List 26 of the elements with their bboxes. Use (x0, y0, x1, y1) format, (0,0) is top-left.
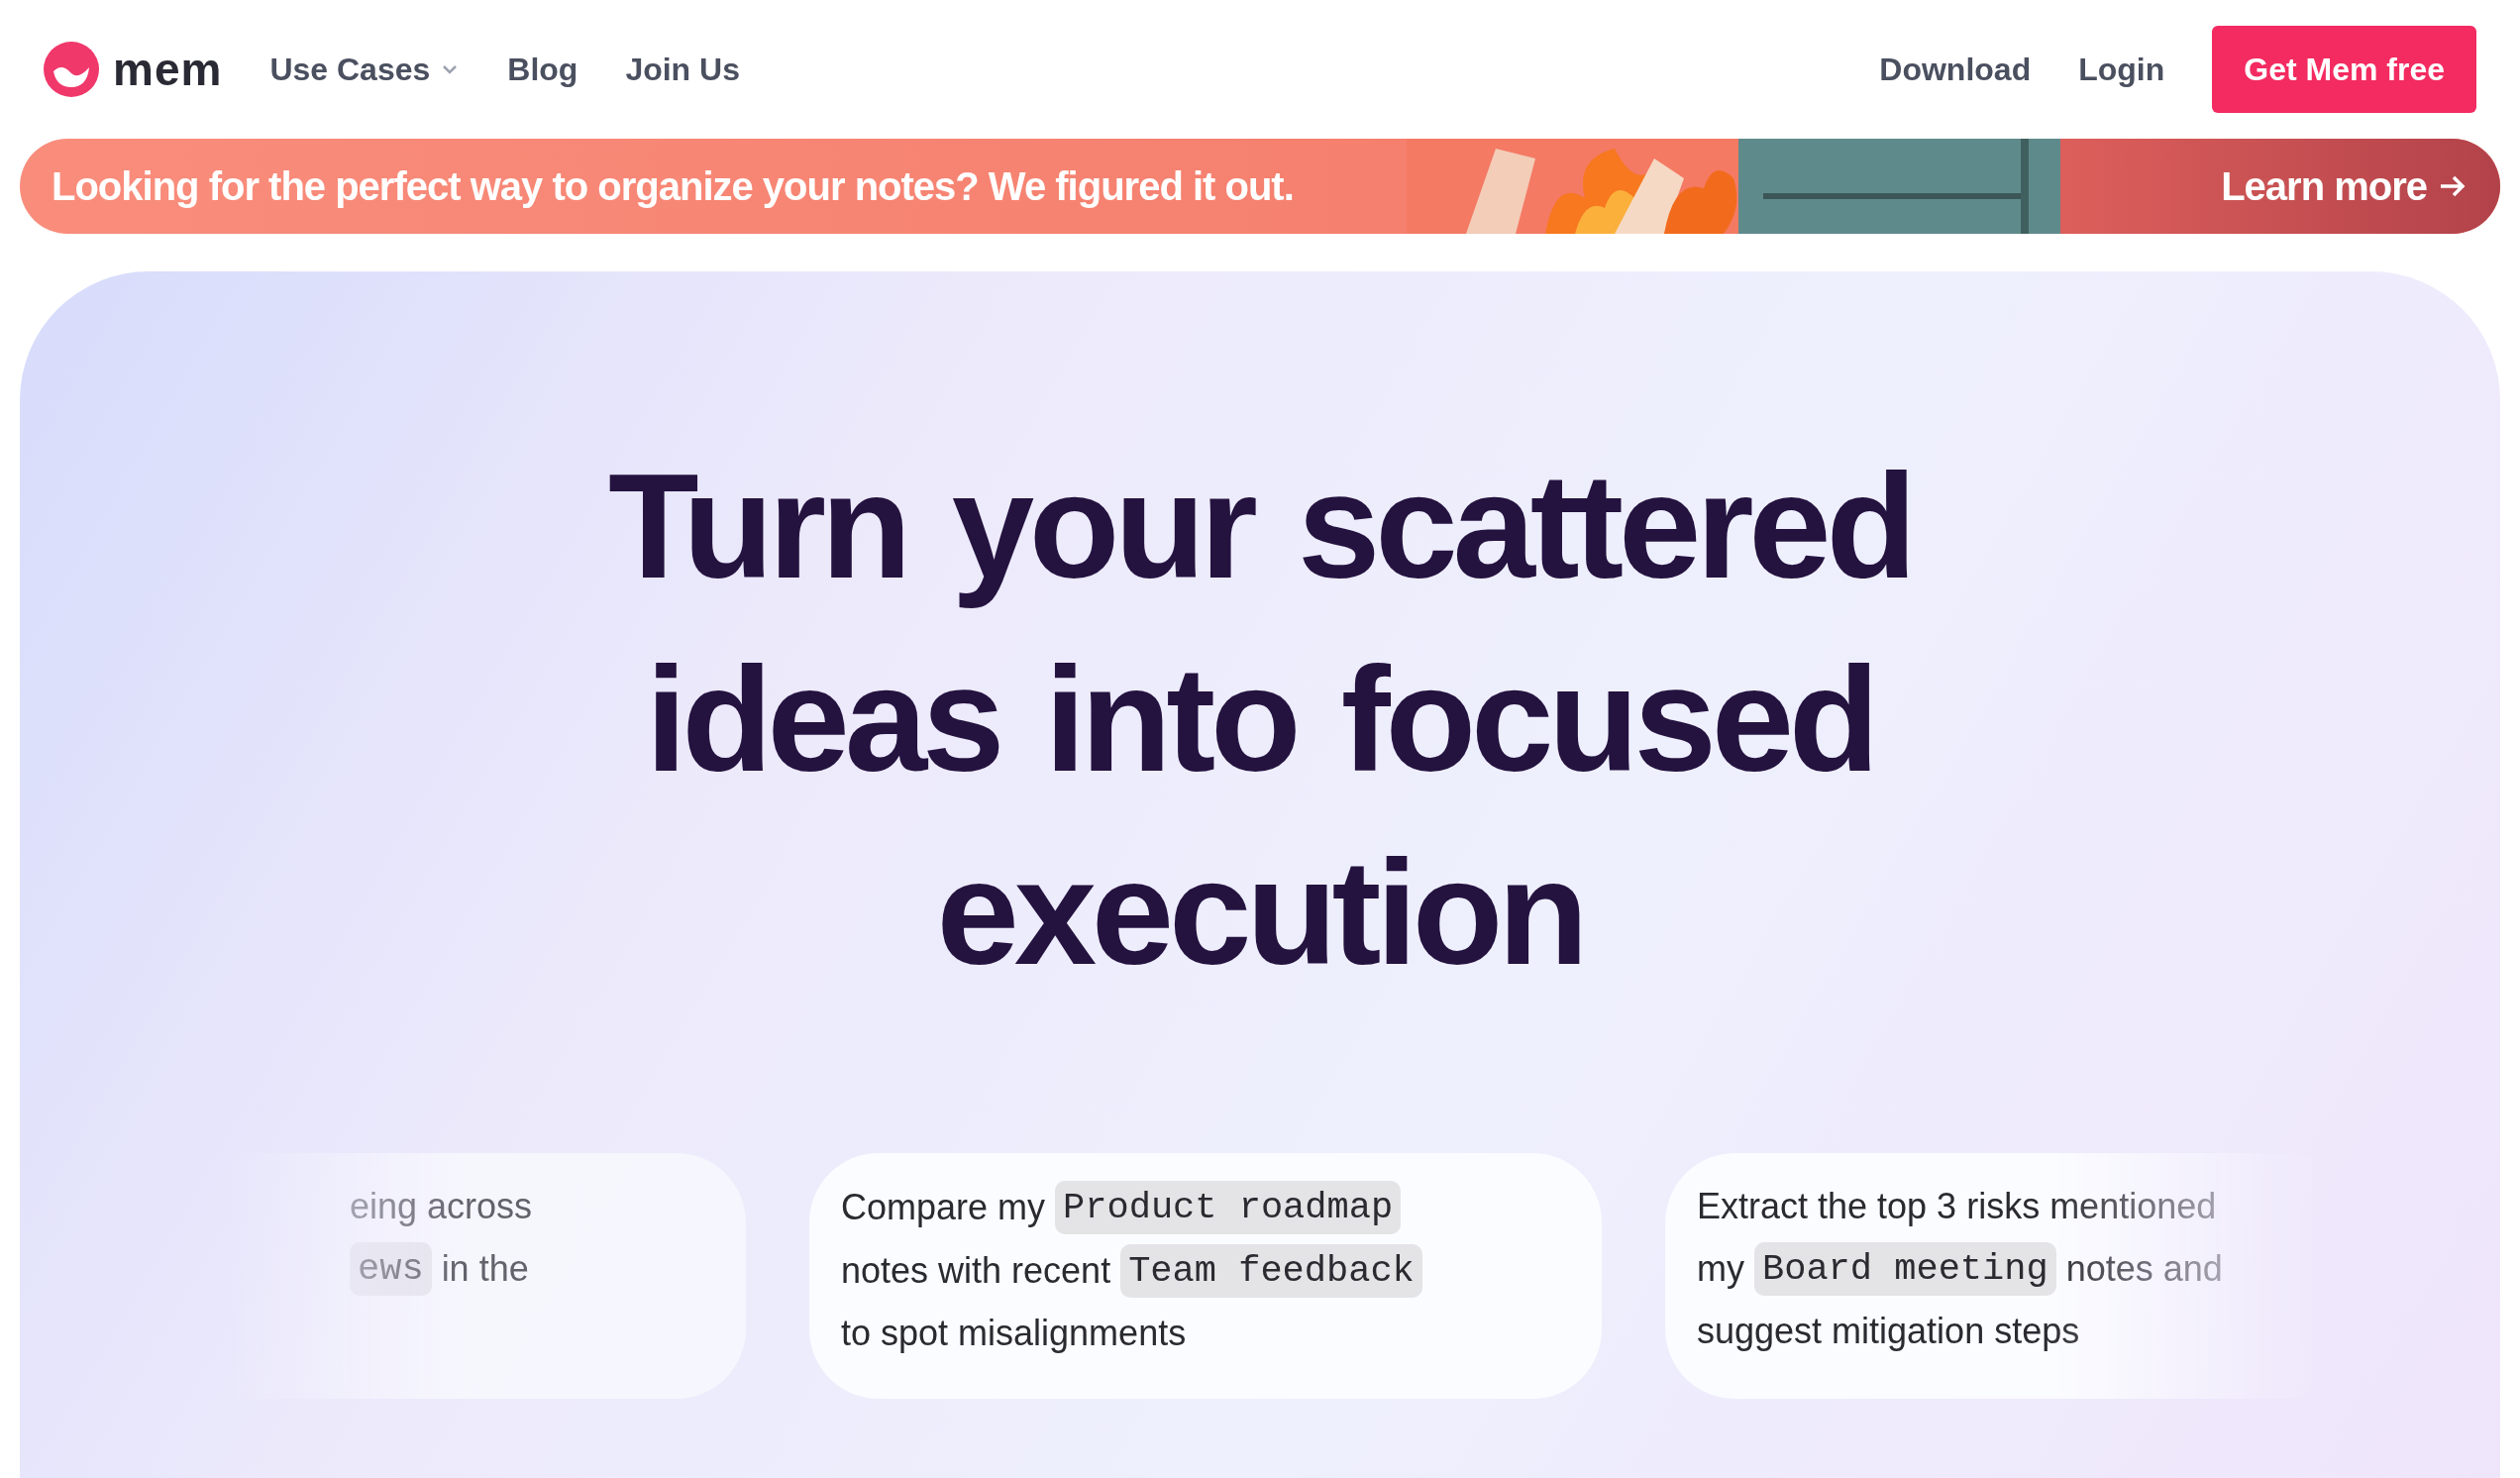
learn-more-link[interactable]: Learn more (2060, 139, 2500, 234)
prompt-text: my (1697, 1247, 1744, 1291)
logo-icon (44, 42, 99, 97)
get-mem-button[interactable]: Get Mem free (2212, 26, 2476, 113)
prompt-text: notes and (2065, 1247, 2223, 1291)
note-chip: ews (350, 1242, 432, 1296)
promo-banner[interactable]: Looking for the perfect way to organize your notes? We figured it out. Learn more (20, 139, 2500, 234)
prompt-text: notes with recent (841, 1249, 1111, 1293)
note-chip: Product roadmap (1055, 1181, 1402, 1234)
logo-text: mem (113, 42, 223, 97)
prompt-text: in the (441, 1247, 529, 1291)
banner-text: Looking for the perfect way to organize your notes? We figured it out. (51, 163, 1295, 210)
prompt-text: Extract the top 3 risks mentioned (1697, 1185, 2217, 1228)
prompt-card[interactable]: Compare my Product roadmap notes with recent Team feedback to spot misalignments (809, 1153, 1602, 1399)
prompt-text: Compare my (841, 1186, 1046, 1229)
hero-heading: Turn your scattered ideas into focused execution (608, 442, 1912, 998)
prompt-text: eing across (350, 1185, 533, 1228)
nav-link[interactable]: Login (2078, 46, 2165, 93)
nav-dropdown[interactable]: Use Cases (269, 46, 461, 93)
prompt-text: suggest mitigation steps (1697, 1310, 2080, 1353)
note-chip: Board meeting (1754, 1242, 2056, 1296)
prompt-text: to spot misalignments (841, 1312, 1187, 1355)
nav-link[interactable]: Blog (507, 46, 578, 93)
nav-link[interactable]: Download (1879, 46, 2032, 93)
nav-link[interactable]: Join Us (625, 46, 740, 93)
note-chip: Team feedback (1120, 1244, 1422, 1298)
